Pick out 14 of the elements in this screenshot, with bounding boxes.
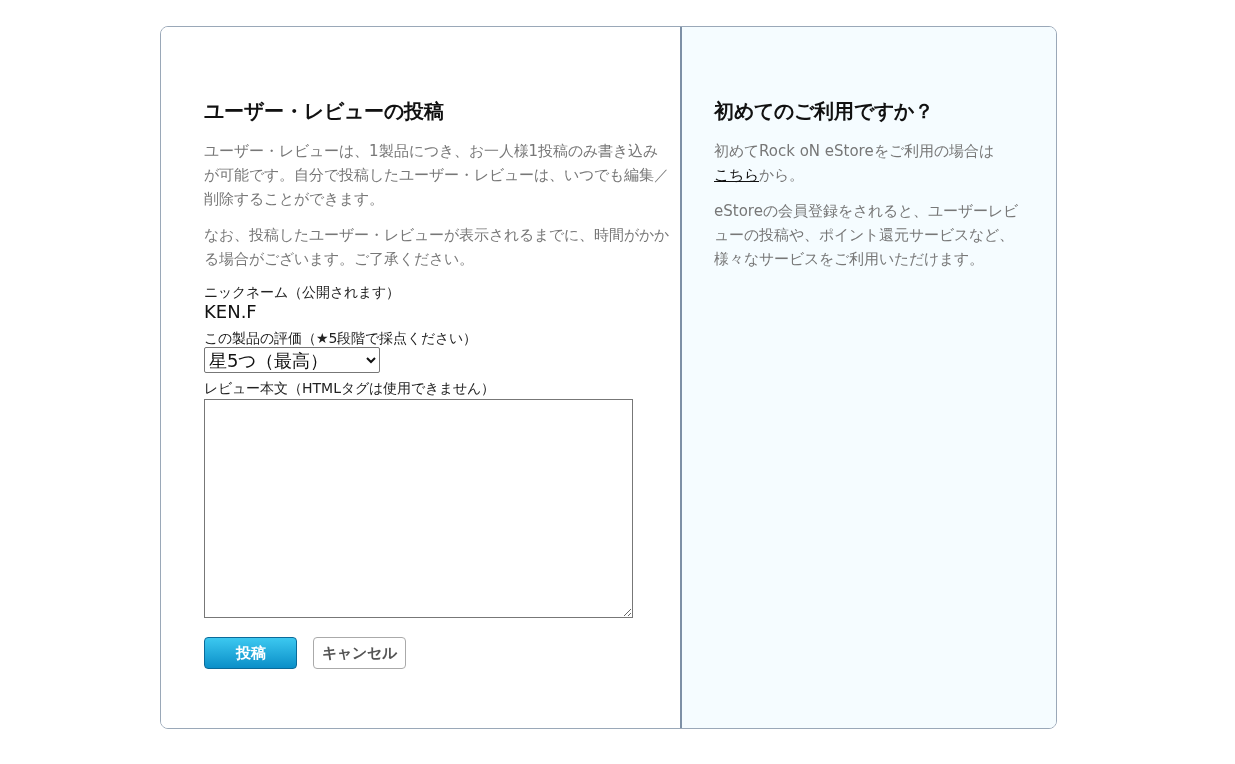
panel-title: ユーザー・レビューの投稿: [204, 98, 445, 125]
field-label: ニックネーム（公開されます）: [204, 283, 401, 301]
panel-title: 初めてのご利用ですか？: [714, 98, 935, 125]
rating-select[interactable]: 星5つ（最高）: [204, 347, 380, 373]
field-label: この製品の評価（★5段階で採点ください）: [204, 329, 479, 347]
info-paragraph: ユーザー・レビューは、1製品につき、お一人様1投稿のみ書き込みが可能です。自分で投稿したユーザー・レビューは、いつでも編集／削除することができます。: [204, 141, 670, 210]
info-paragraph: eStoreの会員登録をされると、ユーザーレビューの投稿や、ポイント還元サービスなど、様々なサービスをご利用いただけます。: [714, 201, 1019, 270]
cancel-button[interactable]: キャンセル: [313, 637, 406, 669]
review-textarea[interactable]: [204, 399, 633, 618]
here-link[interactable]: こちら: [714, 166, 759, 184]
info-paragraph: なお、投稿したユーザー・レビューが表示されるまでに、時間がかかる場合がございます。ご了承ください。: [204, 225, 670, 270]
field-label: レビュー本文（HTMLタグは使用できません）: [204, 379, 496, 397]
info-paragraph: 初めてRock oN eStoreをご利用の場合は こちらから。: [714, 141, 995, 186]
nickname-value: KEN.F: [204, 301, 258, 323]
